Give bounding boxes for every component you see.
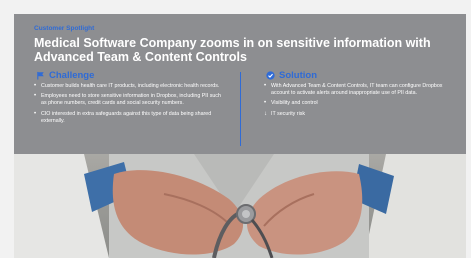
challenge-heading: Challenge [36,70,94,81]
solution-point: • With Advanced Team & Content Controls, … [264,83,443,97]
photo-illustration [14,154,466,258]
solution-list: • With Advanced Team & Content Controls, … [264,83,444,121]
challenge-list: • Customer builds health care IT products… [34,83,224,128]
column-divider [240,72,241,146]
solution-heading: Solution [266,70,317,81]
eyebrow-label: Customer Spotlight [34,25,95,32]
solution-title: Solution [279,70,317,81]
spotlight-card: Customer Spotlight Medical Software Comp… [14,14,466,258]
solution-point: ↓ IT security risk [264,110,306,117]
headline: Medical Software Company zooms in on sen… [34,36,431,64]
doctor-hands-stethoscope-photo [14,154,466,258]
challenge-point: • Employees need to store sensitive infor… [34,93,221,107]
challenge-point: • CIO interested in extra safeguards agai… [34,110,212,124]
challenge-point: • Customer builds health care IT products… [34,83,220,89]
text-panel: Customer Spotlight Medical Software Comp… [14,14,466,156]
flag-icon [37,71,44,80]
challenge-title: Challenge [49,70,95,81]
solution-point: • Visibility and control [264,100,318,107]
check-circle-icon [266,71,275,80]
